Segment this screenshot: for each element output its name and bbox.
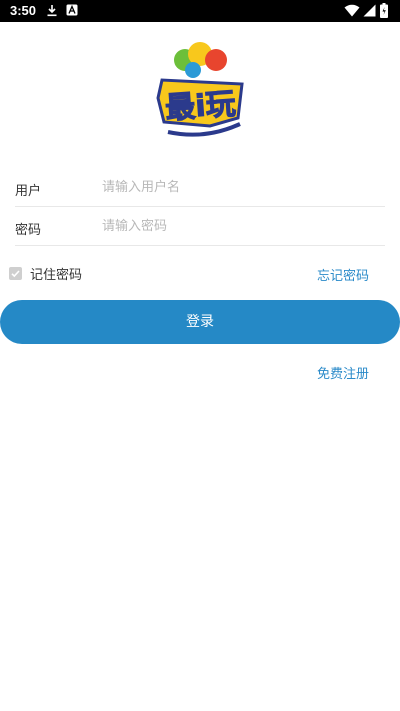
remember-checkbox[interactable] bbox=[9, 266, 22, 280]
battery-icon bbox=[380, 3, 388, 18]
password-label: 密码 bbox=[15, 223, 42, 238]
password-row: 密码 bbox=[15, 207, 385, 246]
username-input[interactable] bbox=[102, 174, 382, 200]
logo-text: 最i玩 bbox=[164, 87, 237, 127]
app-notification-icon bbox=[66, 4, 78, 16]
status-time: 3:50 bbox=[10, 3, 37, 18]
password-input[interactable] bbox=[102, 213, 382, 239]
remember-label: 记住密码 bbox=[30, 267, 83, 283]
register-link[interactable]: 免费注册 bbox=[317, 363, 369, 382]
download-icon bbox=[47, 5, 57, 17]
remember-password[interactable]: 记住密码 bbox=[9, 264, 83, 283]
username-row: 用户 bbox=[15, 168, 385, 207]
wifi-icon bbox=[344, 4, 360, 17]
username-label: 用户 bbox=[15, 184, 42, 199]
login-button[interactable]: 登录 bbox=[0, 300, 400, 344]
check-icon bbox=[11, 269, 20, 277]
app-logo: 最i玩 bbox=[156, 42, 244, 137]
status-bar: 3:50 bbox=[0, 0, 400, 22]
signal-icon bbox=[363, 4, 376, 17]
forgot-password-link[interactable]: 忘记密码 bbox=[317, 265, 369, 284]
